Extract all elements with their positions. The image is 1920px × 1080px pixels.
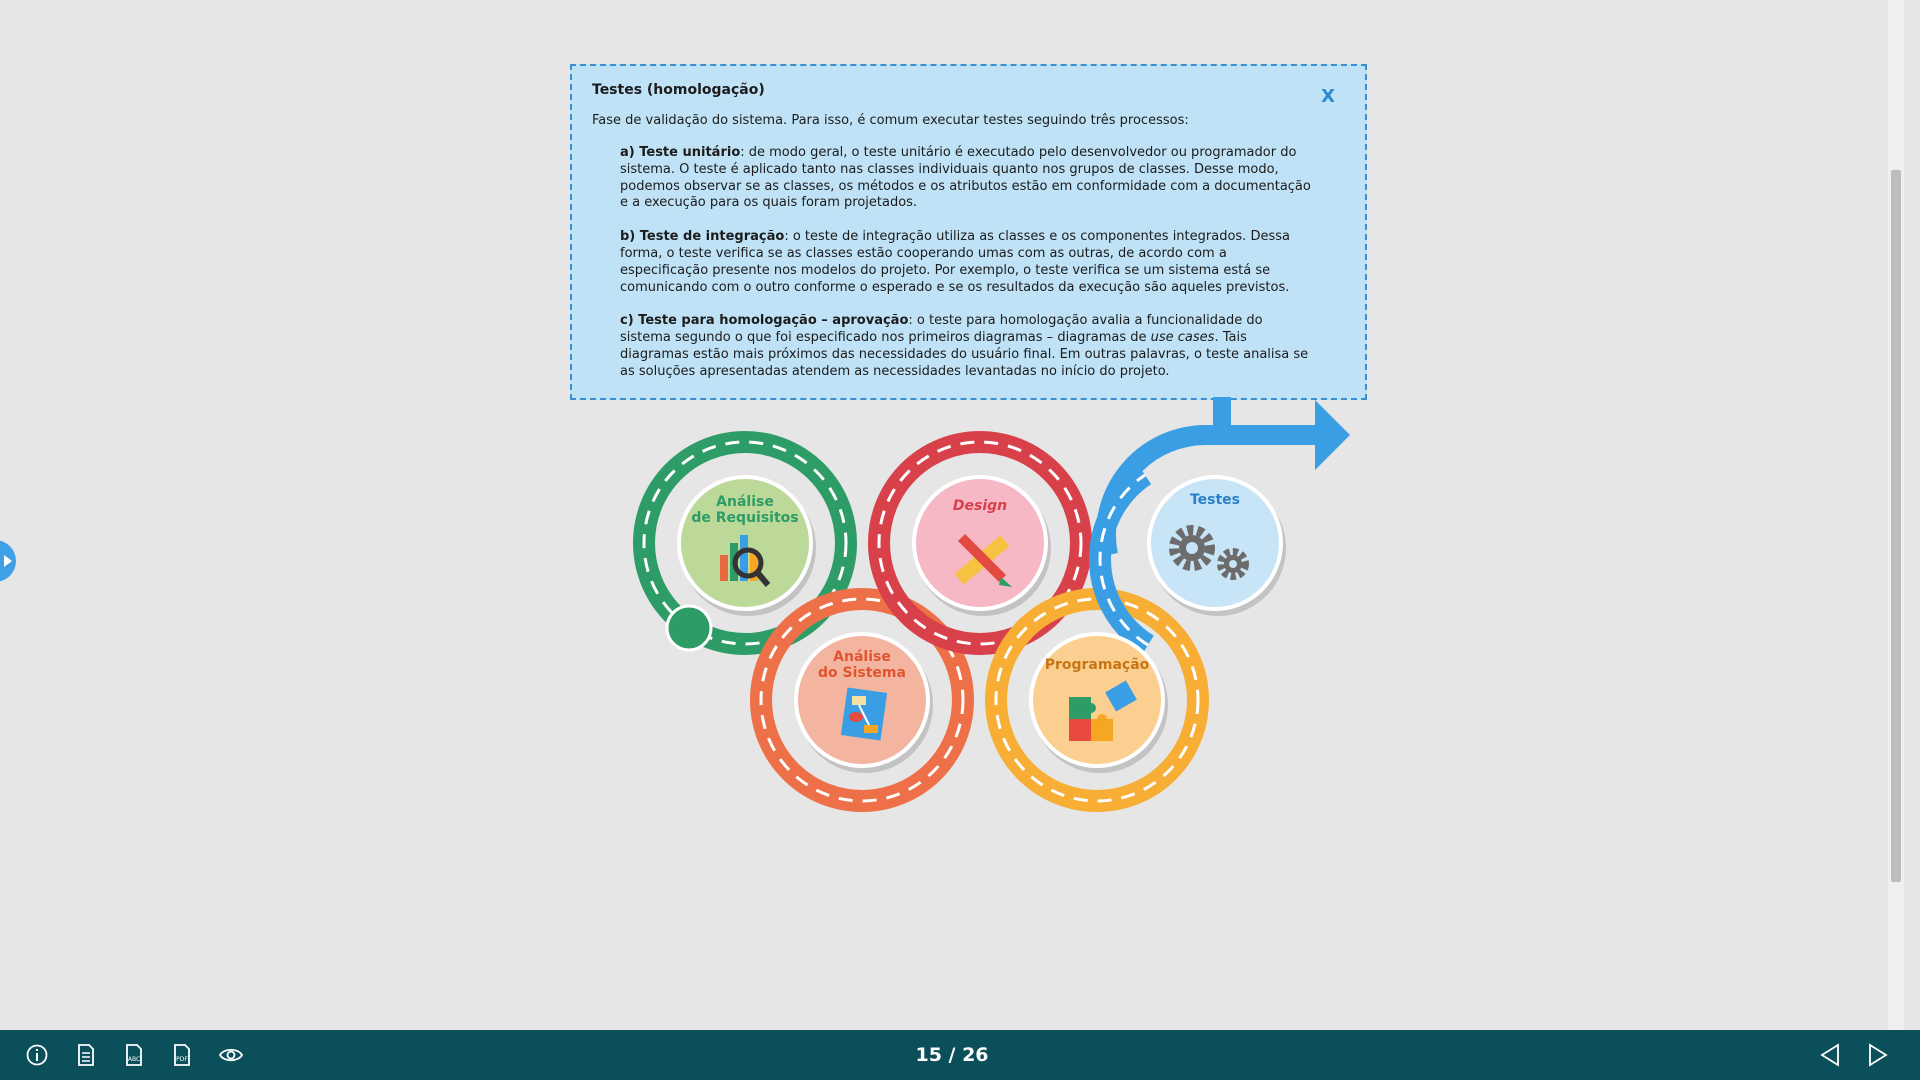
- stage-analise-sistema[interactable]: Análise do Sistema: [794, 632, 933, 773]
- page-counter: 15 / 26: [915, 1044, 989, 1066]
- prev-arrow-icon[interactable]: [1818, 1043, 1842, 1067]
- process-diagram: Análise de Requisitos Análise do Sistema: [633, 397, 1350, 812]
- flowchart-icon: [840, 687, 888, 741]
- arrow-head-icon: [1315, 400, 1350, 470]
- stage-testes[interactable]: Testes: [1147, 475, 1286, 616]
- stage-label: Design: [953, 498, 1007, 514]
- stage-analise-requisitos[interactable]: Análise de Requisitos: [677, 475, 816, 616]
- process-acceptance-test: c) Teste para homologação – aprovação: o…: [620, 313, 1315, 380]
- stage-label: Análise: [833, 649, 891, 665]
- process-label: a) Teste unitário: [620, 145, 741, 160]
- info-popup: Testes (homologação) X Fase de validação…: [570, 64, 1367, 400]
- stage-label: do Sistema: [818, 665, 906, 681]
- scrollbar[interactable]: [1888, 0, 1904, 1030]
- slide-content: Testes (homologação) X Fase de validação…: [0, 0, 1904, 1030]
- scrollbar-thumb[interactable]: [1891, 170, 1901, 882]
- popup-title: Testes (homologação): [592, 82, 765, 98]
- stage-programacao[interactable]: Programação: [1029, 632, 1168, 773]
- process-label: c) Teste para homologação – aprovação: [620, 313, 909, 329]
- process-label: b) Teste de integração: [620, 229, 785, 245]
- stage-label: Análise: [716, 494, 774, 510]
- close-button[interactable]: X: [1321, 86, 1335, 107]
- process-unit-test: a) Teste unitário: de modo geral, o test…: [620, 145, 1315, 212]
- start-dot: [665, 604, 713, 652]
- next-arrow-icon[interactable]: [1866, 1043, 1890, 1067]
- side-menu-toggle[interactable]: [0, 540, 16, 582]
- stage-design[interactable]: Design: [912, 475, 1051, 616]
- bottom-toolbar: ABC PDF 15 / 26: [0, 1030, 1920, 1080]
- stage-label: de Requisitos: [691, 510, 798, 526]
- chevron-right-icon: [4, 555, 12, 567]
- popup-intro: Fase de validação do sistema. Para isso,…: [592, 113, 1189, 128]
- stage-label: Testes: [1190, 492, 1240, 508]
- process-integration-test: b) Teste de integração: o teste de integ…: [620, 229, 1315, 296]
- process-text-italic: use cases: [1150, 330, 1215, 346]
- stage-label: Programação: [1045, 657, 1150, 673]
